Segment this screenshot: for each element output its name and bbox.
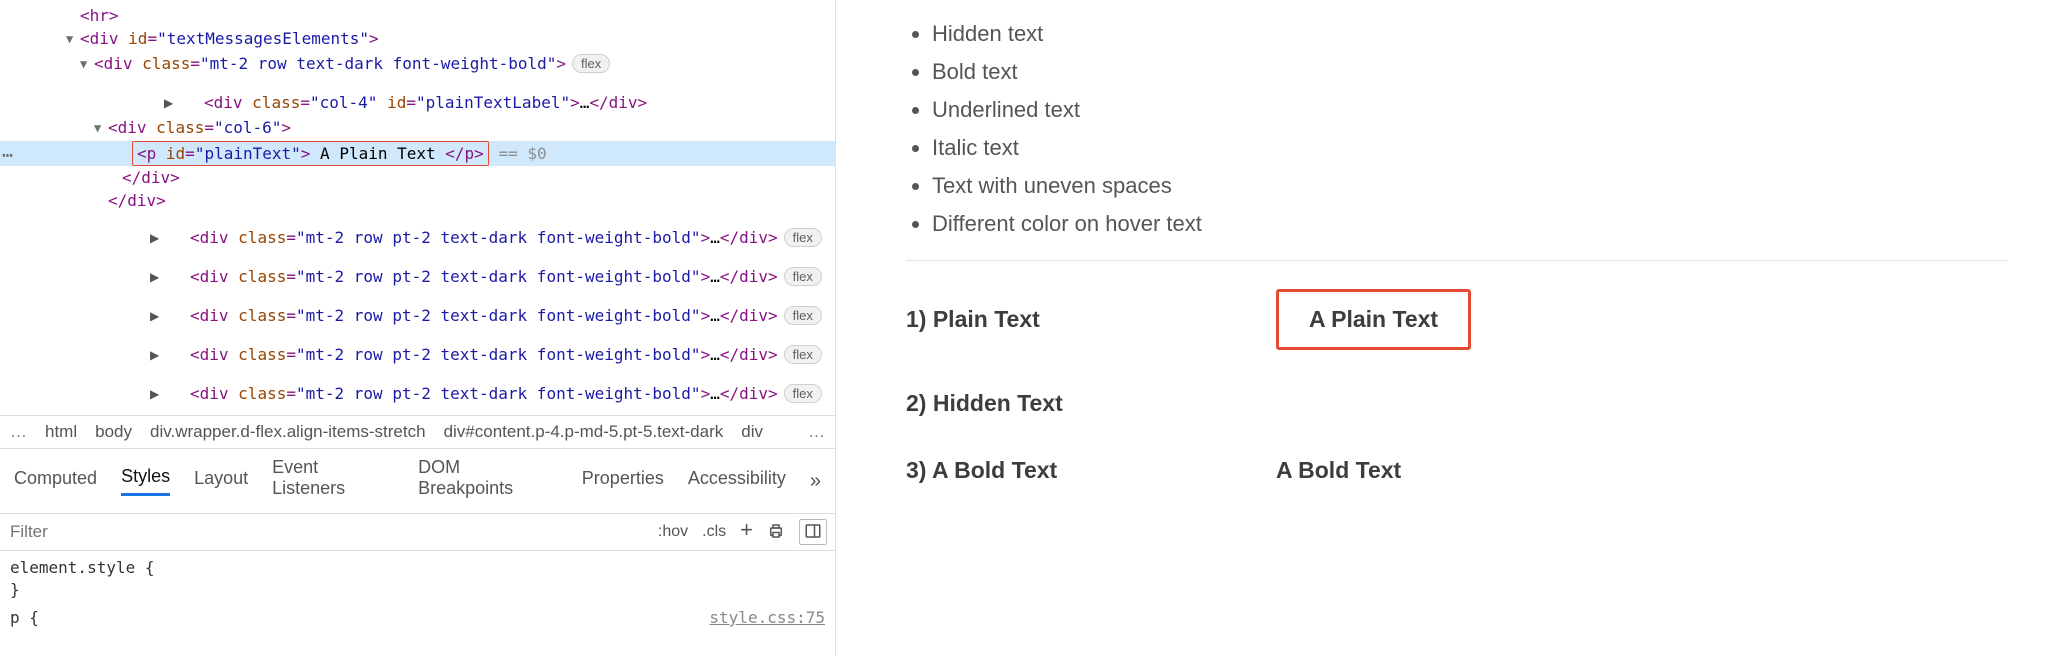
flex-badge[interactable]: flex	[784, 267, 822, 286]
dom-node[interactable]: <div class="col-6">	[0, 116, 835, 141]
expand-arrow-down-icon[interactable]	[94, 117, 108, 140]
list-item: Text with uneven spaces	[932, 168, 2008, 204]
toggle-panel-icon[interactable]	[799, 519, 827, 545]
expand-arrow-right-icon[interactable]	[94, 76, 204, 115]
breadcrumb-overflow[interactable]: …	[808, 422, 825, 442]
dom-node-selected[interactable]: ⋯ <p id="plainText"> A Plain Text </p> ==…	[0, 141, 835, 166]
list-item: Hidden text	[932, 16, 2008, 52]
breadcrumb-item[interactable]: body	[95, 422, 132, 441]
selection-ellipsis-icon: ⋯	[2, 144, 14, 167]
tab-dom-breakpoints[interactable]: DOM Breakpoints	[418, 457, 558, 505]
list-item: Different color on hover text	[932, 206, 2008, 242]
devtools-panel: <hr><div id="textMessagesElements"><div …	[0, 0, 836, 656]
demo-label: 2) Hidden Text	[906, 390, 1276, 417]
tab-styles[interactable]: Styles	[121, 466, 170, 496]
demo-label: 1) Plain Text	[906, 306, 1276, 333]
dom-tree[interactable]: <hr><div id="textMessagesElements"><div …	[0, 0, 835, 415]
dom-node[interactable]: </div>	[0, 166, 835, 189]
demo-row: 3) A Bold TextA Bold Text	[906, 457, 2008, 484]
styles-tabs: Computed Styles Layout Event Listeners DOM B…	[0, 449, 835, 514]
expand-arrow-right-icon[interactable]	[80, 328, 190, 367]
tab-properties[interactable]: Properties	[582, 468, 664, 495]
demo-label: 3) A Bold Text	[906, 457, 1276, 484]
dom-node[interactable]: <div id="textMessagesElements">	[0, 27, 835, 52]
dom-node[interactable]: <div class="mt-2 row pt-2 text-dark font…	[0, 212, 835, 251]
rendered-page: Hidden textBold textUnderlined textItali…	[836, 0, 2048, 656]
dom-node[interactable]: <div class="mt-2 row text-dark font-weig…	[0, 52, 835, 77]
styles-filter-bar: :hov .cls +	[0, 514, 835, 551]
dom-node[interactable]: <div class="mt-2 row pt-2 text-dark font…	[0, 290, 835, 329]
expand-arrow-right-icon[interactable]	[80, 250, 190, 289]
tab-accessibility[interactable]: Accessibility	[688, 468, 786, 495]
flex-badge[interactable]: flex	[784, 384, 822, 403]
new-style-button[interactable]: +	[740, 517, 753, 543]
list-item: Bold text	[932, 54, 2008, 90]
tab-event-listeners[interactable]: Event Listeners	[272, 457, 394, 505]
expand-arrow-down-icon[interactable]	[66, 28, 80, 51]
dom-node[interactable]: <div class="mt-2 row pt-2 text-dark font…	[0, 251, 835, 290]
list-item: Italic text	[932, 130, 2008, 166]
breadcrumb-item[interactable]: div	[741, 422, 763, 441]
selected-tag-highlight: <p id="plainText"> A Plain Text </p>	[132, 141, 489, 166]
flex-badge[interactable]: flex	[784, 306, 822, 325]
expand-arrow-right-icon[interactable]	[80, 289, 190, 328]
flex-badge[interactable]: flex	[784, 345, 822, 364]
cls-toggle[interactable]: .cls	[702, 523, 726, 541]
styles-filter-input[interactable]	[8, 518, 644, 546]
console-ref-zero: == $0	[489, 144, 547, 163]
tabs-overflow-icon[interactable]: »	[810, 470, 821, 493]
flex-badge[interactable]: flex	[572, 54, 610, 73]
element-style-rule[interactable]: element.style { }	[10, 557, 825, 601]
breadcrumb-item[interactable]: html	[45, 422, 77, 441]
breadcrumb-prefix[interactable]: …	[10, 422, 27, 442]
expand-arrow-right-icon[interactable]	[80, 211, 190, 250]
dom-node[interactable]: <div class="col-4" id="plainTextLabel">……	[0, 77, 835, 116]
styles-rules[interactable]: element.style { } style.css:75 p {	[0, 551, 835, 656]
tab-computed[interactable]: Computed	[14, 468, 97, 495]
demo-row: 1) Plain TextA Plain Text	[906, 289, 2008, 350]
style-source-link[interactable]: style.css:75	[709, 607, 825, 629]
p-rule[interactable]: style.css:75 p {	[10, 607, 825, 629]
tab-layout[interactable]: Layout	[194, 468, 248, 495]
expand-arrow-right-icon[interactable]	[80, 367, 190, 406]
demo-value-highlighted: A Plain Text	[1276, 289, 1471, 350]
breadcrumb-item[interactable]: div#content.p-4.p-md-5.pt-5.text-dark	[444, 422, 724, 441]
divider	[906, 260, 2008, 261]
dom-node[interactable]: <div class="mt-2 row pt-2 text-dark font…	[0, 329, 835, 368]
demo-row: 2) Hidden Text	[906, 390, 2008, 417]
feature-list: Hidden textBold textUnderlined textItali…	[906, 16, 2008, 242]
expand-arrow-down-icon[interactable]	[80, 53, 94, 76]
dom-node[interactable]: <hr>	[0, 4, 835, 27]
hov-toggle[interactable]: :hov	[658, 523, 688, 541]
dom-node[interactable]: <div class="mt-2 row pt-2 text-dark font…	[0, 368, 835, 407]
list-item: Underlined text	[932, 92, 2008, 128]
breadcrumb[interactable]: … html body div.wrapper.d-flex.align-items…	[0, 415, 835, 449]
print-media-icon[interactable]	[767, 522, 785, 542]
dom-node[interactable]: </div>	[0, 189, 835, 212]
demo-value: A Bold Text	[1276, 457, 1401, 484]
breadcrumb-item[interactable]: div.wrapper.d-flex.align-items-stretch	[150, 422, 426, 441]
flex-badge[interactable]: flex	[784, 228, 822, 247]
